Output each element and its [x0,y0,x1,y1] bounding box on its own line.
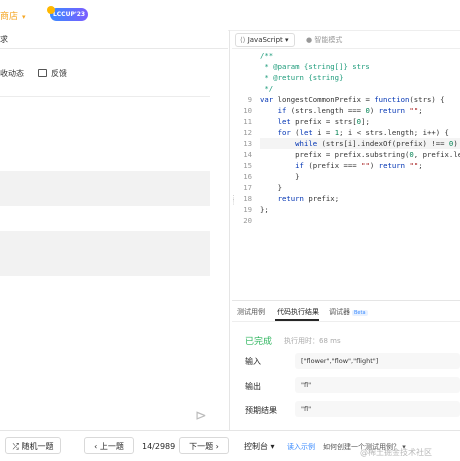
code-line: while (strs[i].indexOf(prefix) !== 0) { [260,138,460,149]
console-toggle[interactable]: 控制台 ▾ [244,441,275,452]
code-line: var longestCommonPrefix = function(strs)… [260,95,445,104]
results-panel: 测试用例 代码执行结果 调试器 Beta 已完成 执行用时：68 ms 输入 ["… [232,300,460,431]
trophy-icon [47,6,55,14]
chevron-down-icon: ▾ [285,36,289,44]
code-line: } [260,183,282,192]
follow-updates-label: 收动态 [0,69,24,78]
chevron-left-icon: ‹ [94,442,98,451]
code-line: * @param {string[]} strs [260,62,370,71]
lccup-label: LCCUP'23 [52,11,86,18]
description-tab-fragment[interactable]: 求 [0,34,8,45]
divider [0,96,210,97]
next-label: 下一题 [189,442,214,451]
feedback-button[interactable]: 反馈 [38,68,67,79]
line-number: 11 [243,117,252,126]
beta-badge: Beta [352,310,368,316]
debugger-label: 调试器 [329,308,350,316]
code-line: if (strs.length === 0) return ""; [277,106,423,115]
prev-label: 上一题 [99,442,124,451]
line-number: 9 [247,95,252,104]
active-tab-indicator [275,319,319,321]
prev-question-button[interactable]: ‹ 上一题 [84,437,134,454]
code-line: prefix = prefix.substring(0, prefix.leng… [260,150,460,159]
line-number: 17 [243,183,252,192]
console-label: 控制台 [244,442,268,451]
feedback-label: 反馈 [51,69,67,78]
tab-run-result[interactable]: 代码执行结果 [277,307,319,317]
output-label: 输出 [245,382,261,391]
ai-assistant-icon[interactable]: ⊳ [195,408,207,424]
watermark: @稀土掘金技术社区 [360,448,432,457]
dot-icon: ● [306,36,313,44]
code-icon: ⟨⟩ [240,36,246,44]
code-editor[interactable]: /** * @param {string[]} strs * @return {… [232,50,460,300]
results-tabs: 测试用例 代码执行结果 调试器 Beta [232,301,460,322]
code-line: for (let i = 1; i < strs.length; i++) { [277,128,449,137]
language-select[interactable]: ⟨⟩ JavaScript ▾ [235,33,295,47]
tab-debugger[interactable]: 调试器 Beta [329,307,368,317]
example-block [0,171,210,206]
lccup-badge[interactable]: LCCUP'23 [47,6,88,21]
next-question-button[interactable]: 下一题 › [179,437,229,454]
line-number: 14 [243,150,252,159]
expected-value: "fl" [295,401,460,417]
chevron-down-icon: ▾ [22,13,26,21]
line-number: 13 [243,139,252,148]
chevron-right-icon: › [215,442,219,451]
code-line: let prefix = strs[0]; [277,117,370,126]
chevron-down-icon: ▾ [270,442,275,451]
line-number: 16 [243,172,252,181]
runtime-text: 执行用时：68 ms [284,337,341,345]
follow-updates-button[interactable]: 收动态 [0,68,24,79]
editor-header: ⟨⟩ JavaScript ▾ ● 智能模式 [232,30,460,49]
code-line: }; [260,205,269,214]
smart-mode-toggle[interactable]: ● 智能模式 [306,35,342,45]
description-header: 求 [0,30,228,49]
random-label: 随机一题 [21,442,54,451]
run-status: 已完成 [245,337,273,347]
smart-mode-label: 智能模式 [314,36,343,44]
input-value: ["flower","flow","flight"] [295,353,460,369]
line-number: 15 [243,161,252,170]
code-line: return prefix; [277,194,340,203]
description-pane: 求 收动态 反馈 ⊳ [0,30,228,430]
output-value: "fl" [295,377,460,393]
code-line: /** [260,51,274,60]
load-example-link[interactable]: 读入示例 [287,442,315,452]
line-number: 19 [243,205,252,214]
random-question-button[interactable]: ⤮ 随机一题 [5,437,61,454]
code-line: */ [260,84,274,93]
tab-testcases[interactable]: 测试用例 [237,307,265,317]
pane-resizer[interactable] [229,30,230,430]
shop-label: 商店 [0,12,19,22]
expected-label: 预期结果 [245,406,277,415]
top-bar: 商店 ▾ LCCUP'23 [0,0,460,31]
code-line: * @return {string} [260,73,344,82]
example-block [0,231,210,276]
code-line: } [260,172,300,181]
line-number: 18 [243,194,252,203]
line-number: 20 [243,216,252,225]
input-label: 输入 [245,357,261,366]
shop-link[interactable]: 商店 ▾ [0,9,26,22]
line-number: 12 [243,128,252,137]
code-line: if (prefix === "") return ""; [295,161,423,170]
language-label: JavaScript [247,36,283,44]
shuffle-icon: ⤮ [12,442,19,451]
page-indicator: 14/2989 [142,442,176,451]
line-number: 10 [243,106,252,115]
feedback-icon [38,69,47,77]
